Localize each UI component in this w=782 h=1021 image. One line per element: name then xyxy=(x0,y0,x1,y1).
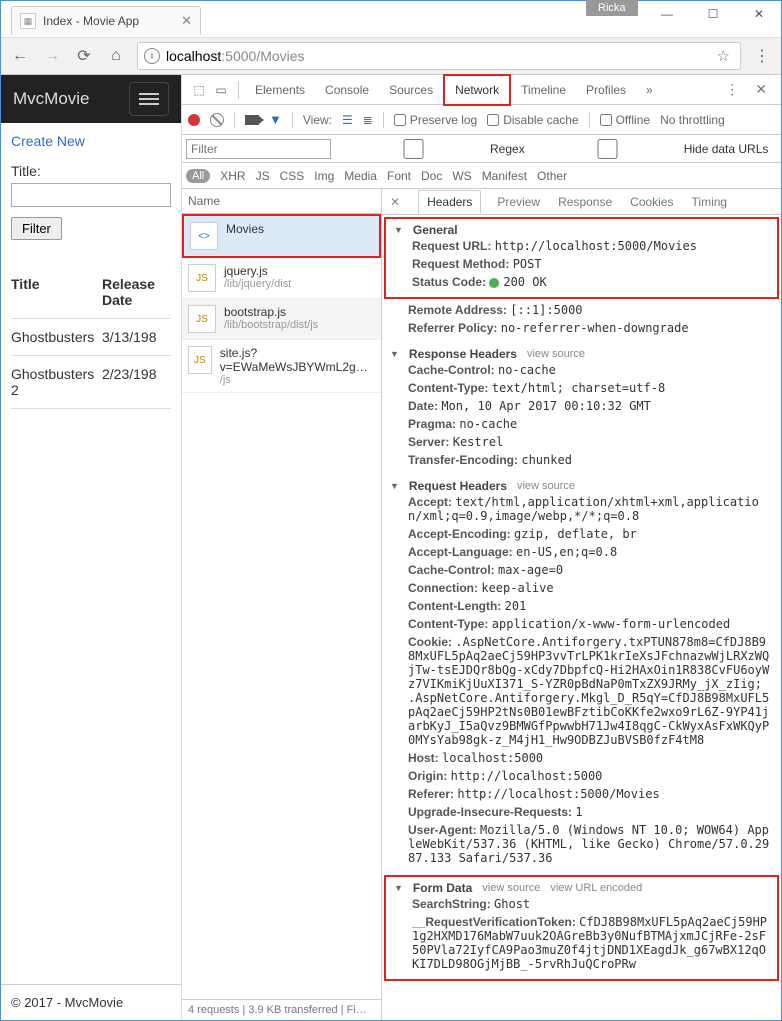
type-xhr[interactable]: XHR xyxy=(220,169,245,183)
type-img[interactable]: Img xyxy=(314,169,334,183)
regex-checkbox[interactable]: Regex xyxy=(341,139,525,159)
type-doc[interactable]: Doc xyxy=(421,169,442,183)
preserve-log-checkbox[interactable]: Preserve log xyxy=(394,113,477,127)
minimize-button[interactable]: — xyxy=(644,0,690,28)
col-release-date: Release Date xyxy=(102,266,171,319)
document-icon: <> xyxy=(190,222,218,250)
bookmark-icon[interactable]: ☆ xyxy=(717,47,730,65)
create-new-link[interactable]: Create New xyxy=(11,133,85,149)
tab-console[interactable]: Console xyxy=(315,76,379,104)
type-css[interactable]: CSS xyxy=(280,169,305,183)
devtools-tabs: ⬚ ▭ Elements Console Sources Network Tim… xyxy=(182,75,781,105)
browser-tab[interactable]: ▦ Index - Movie App ✕ xyxy=(11,6,201,35)
type-ws[interactable]: WS xyxy=(452,169,471,183)
detail-tab-preview[interactable]: Preview xyxy=(495,191,542,213)
section-general: General Request URL: http://localhost:50… xyxy=(384,217,779,299)
request-row[interactable]: <> Movies xyxy=(182,214,381,258)
tab-sources[interactable]: Sources xyxy=(379,76,443,104)
close-tab-icon[interactable]: ✕ xyxy=(181,13,192,29)
table-row: Ghostbusters 2 2/23/198 xyxy=(11,356,171,409)
close-window-button[interactable]: ✕ xyxy=(736,0,782,28)
request-row[interactable]: JS jquery.js/lib/jquery/dist xyxy=(182,258,381,299)
view-large-icon[interactable]: ☰ xyxy=(342,113,353,127)
type-all[interactable]: All xyxy=(186,169,210,183)
page-favicon: ▦ xyxy=(20,13,36,29)
table-row: Ghostbusters 3/13/198 xyxy=(11,319,171,356)
type-other[interactable]: Other xyxy=(537,169,567,183)
movies-table: Title Release Date Ghostbusters 3/13/198… xyxy=(11,266,171,409)
section-form-data: Form Dataview sourceview URL encoded Sea… xyxy=(384,875,779,981)
back-button[interactable]: ← xyxy=(9,45,31,67)
view-small-icon[interactable]: ≣ xyxy=(363,113,373,127)
app-panel: MvcMovie Create New Title: Filter Title … xyxy=(1,75,182,1020)
browser-toolbar: ← → ⟳ ⌂ i localhost:5000/Movies ☆ ⋮ xyxy=(1,37,781,75)
site-info-icon[interactable]: i xyxy=(144,48,160,64)
request-summary: 4 requests | 3.9 KB transferred | Fi… xyxy=(182,999,381,1020)
filter-button[interactable]: Filter xyxy=(11,217,62,240)
filter-input[interactable] xyxy=(186,139,331,159)
menu-toggle-button[interactable] xyxy=(129,82,169,116)
status-ok-icon xyxy=(489,278,499,288)
tab-profiles[interactable]: Profiles xyxy=(576,76,636,104)
devtools-panel: ⬚ ▭ Elements Console Sources Network Tim… xyxy=(182,75,781,1020)
js-icon: JS xyxy=(188,264,216,292)
record-button[interactable] xyxy=(188,114,200,126)
forward-button[interactable]: → xyxy=(41,45,63,67)
network-controls: ▼ View: ☰ ≣ Preserve log Disable cache O… xyxy=(182,105,781,135)
type-font[interactable]: Font xyxy=(387,169,411,183)
name-column-header: Name xyxy=(182,189,381,214)
request-detail: ✕ Headers Preview Response Cookies Timin… xyxy=(382,189,781,1020)
hide-data-urls-checkbox[interactable]: Hide data URLs xyxy=(535,139,769,159)
title-label: Title: xyxy=(11,163,171,179)
window-titlebar: Ricka — ☐ ✕ ▦ Index - Movie App ✕ xyxy=(1,1,781,37)
home-button[interactable]: ⌂ xyxy=(105,45,127,67)
app-footer: © 2017 - MvcMovie xyxy=(1,984,181,1020)
request-row[interactable]: JS bootstrap.js/lib/bootstrap/dist/js xyxy=(182,299,381,340)
request-row[interactable]: JS site.js?v=EWaMeWsJBYWmL2g…/js xyxy=(182,340,381,393)
browser-menu-icon[interactable]: ⋮ xyxy=(751,45,773,67)
type-filters: All XHR JS CSS Img Media Font Doc WS Man… xyxy=(182,163,781,189)
detail-tab-cookies[interactable]: Cookies xyxy=(628,191,675,213)
js-icon: JS xyxy=(188,346,212,374)
disable-cache-checkbox[interactable]: Disable cache xyxy=(487,113,578,127)
filter-bar: Regex Hide data URLs xyxy=(182,135,781,163)
type-manifest[interactable]: Manifest xyxy=(482,169,527,183)
tab-network[interactable]: Network xyxy=(443,74,511,106)
detail-tab-response[interactable]: Response xyxy=(556,191,614,213)
user-tag: Ricka xyxy=(586,0,638,16)
devtools-menu-icon[interactable]: ⋮ xyxy=(717,81,747,98)
tab-more[interactable]: » xyxy=(636,76,663,104)
request-list: Name <> Movies JS jquery.js/lib/jquery/d… xyxy=(182,189,382,1020)
app-navbar: MvcMovie xyxy=(1,75,181,123)
col-title: Title xyxy=(11,266,102,319)
screenshot-icon[interactable] xyxy=(245,115,259,125)
offline-checkbox[interactable]: Offline xyxy=(600,113,650,127)
js-icon: JS xyxy=(188,305,216,333)
devtools-close-icon[interactable]: ✕ xyxy=(747,81,775,98)
tab-elements[interactable]: Elements xyxy=(245,76,315,104)
throttling-select[interactable]: No throttling xyxy=(660,113,725,127)
clear-button[interactable] xyxy=(210,113,224,127)
maximize-button[interactable]: ☐ xyxy=(690,0,736,28)
type-media[interactable]: Media xyxy=(344,169,377,183)
reload-button[interactable]: ⟳ xyxy=(73,45,95,67)
address-bar[interactable]: i localhost:5000/Movies ☆ xyxy=(137,42,741,70)
section-response-headers: Response Headersview source Cache-Contro… xyxy=(382,343,781,475)
type-js[interactable]: JS xyxy=(256,169,270,183)
close-detail-icon[interactable]: ✕ xyxy=(386,195,404,209)
detail-tab-timing[interactable]: Timing xyxy=(690,191,730,213)
tab-timeline[interactable]: Timeline xyxy=(511,76,576,104)
device-icon[interactable]: ▭ xyxy=(210,83,232,97)
brand-link[interactable]: MvcMovie xyxy=(13,89,90,109)
title-input[interactable] xyxy=(11,183,171,207)
filter-icon[interactable]: ▼ xyxy=(269,112,282,127)
inspect-icon[interactable]: ⬚ xyxy=(188,83,210,97)
view-label: View: xyxy=(303,113,332,127)
detail-tab-headers[interactable]: Headers xyxy=(418,190,481,214)
tab-title: Index - Movie App xyxy=(43,14,181,28)
section-request-headers: Request Headersview source Accept: text/… xyxy=(382,475,781,873)
